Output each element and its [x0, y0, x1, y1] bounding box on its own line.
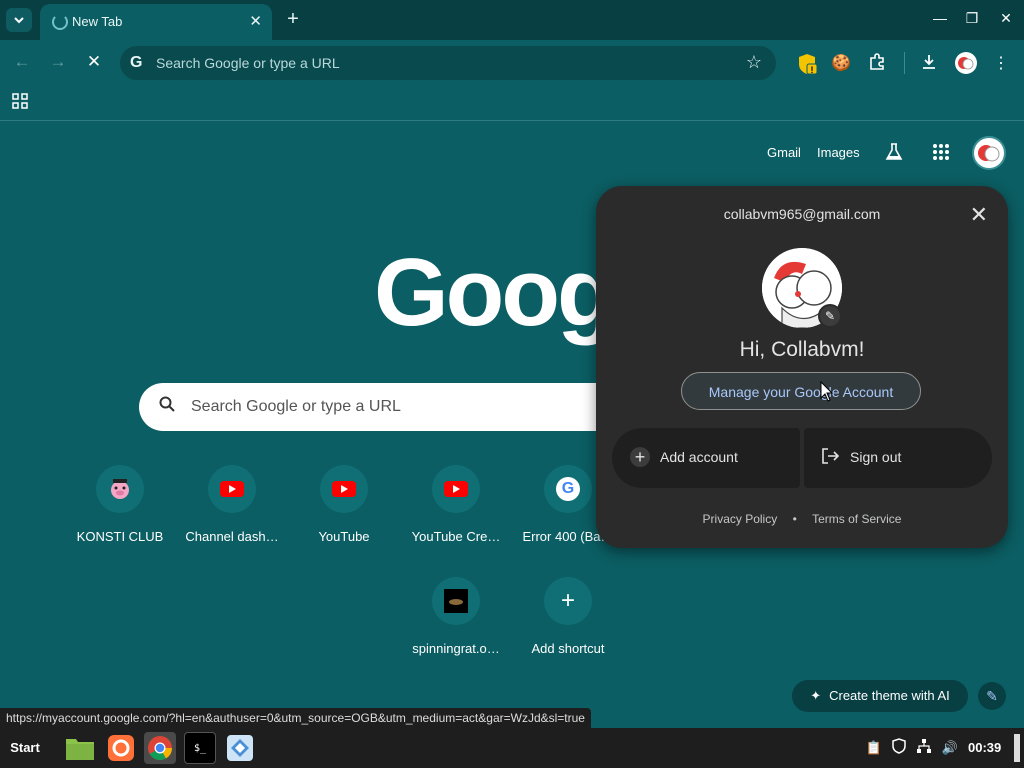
minimize-icon[interactable]: — — [930, 10, 950, 30]
show-desktop-button[interactable] — [1014, 734, 1020, 762]
shortcut-tile: G — [544, 465, 592, 513]
shortcut-youtube-creator[interactable]: YouTube Cre… — [406, 465, 506, 544]
close-popup-icon[interactable]: ✕ — [970, 202, 988, 228]
gmail-link[interactable]: Gmail — [767, 145, 801, 160]
plus-icon: + — [560, 587, 575, 614]
clock: 00:39 — [968, 740, 1002, 755]
plus-icon: + — [630, 447, 650, 467]
shortcut-tile — [432, 465, 480, 513]
mouse-cursor-icon — [820, 380, 834, 408]
chevron-down-icon — [14, 17, 24, 24]
shortcut-label: Add shortcut — [531, 641, 605, 656]
sign-out-icon — [820, 446, 840, 471]
toolbar-divider — [904, 52, 905, 74]
search-placeholder: Search Google or type a URL — [191, 398, 401, 415]
close-tab-icon[interactable]: ✕ — [249, 12, 262, 30]
apps-grid-icon[interactable] — [12, 93, 28, 114]
customize-pencil-icon[interactable]: ✎ — [978, 682, 1006, 710]
labs-flask-icon[interactable] — [884, 142, 904, 167]
app-icon[interactable] — [224, 732, 256, 764]
search-icon — [159, 396, 175, 417]
stop-loading-icon[interactable]: ✕ — [82, 50, 106, 74]
youtube-icon — [444, 481, 468, 497]
account-popup: collabvm965@gmail.com ✕ ✎ Hi, Collabvm! … — [596, 186, 1008, 548]
shortcut-tile: + — [544, 577, 592, 625]
manage-account-button[interactable]: Manage your Google Account — [681, 372, 921, 410]
close-window-icon[interactable]: ✕ — [996, 10, 1016, 30]
bookmarks-bar — [0, 84, 1024, 121]
pig-favicon-icon — [111, 479, 129, 499]
loading-spinner-icon — [52, 14, 68, 30]
download-icon[interactable] — [918, 53, 940, 75]
restore-icon[interactable]: ❐ — [962, 10, 982, 30]
chrome-icon[interactable] — [144, 732, 176, 764]
rat-thumbnail-icon — [444, 589, 468, 613]
shortcut-label: Channel dash… — [185, 529, 279, 544]
pencil-icon: ✎ — [820, 306, 840, 326]
create-theme-button[interactable]: ✦ Create theme with AI — [792, 680, 968, 712]
shield-tray-icon[interactable] — [889, 738, 909, 758]
tab-title: New Tab — [72, 14, 123, 29]
address-bar-placeholder: Search Google or type a URL — [156, 55, 340, 71]
status-bubble-url: https://myaccount.google.com/?hl=en&auth… — [0, 708, 591, 728]
shortcut-youtube[interactable]: YouTube — [294, 465, 394, 544]
tab-new-tab[interactable]: New Tab ✕ — [40, 4, 272, 40]
youtube-icon — [332, 481, 356, 497]
shortcut-tile — [96, 465, 144, 513]
shortcut-channel-dashboard[interactable]: Channel dash… — [182, 465, 282, 544]
shortcut-tile — [432, 577, 480, 625]
back-arrow-icon[interactable]: ← — [10, 50, 34, 74]
terms-of-service-link[interactable]: Terms of Service — [812, 512, 901, 526]
add-account-label: Add account — [660, 449, 738, 465]
firefox-icon[interactable] — [105, 732, 137, 764]
shortcut-label: YouTube — [318, 529, 370, 544]
images-link[interactable]: Images — [817, 145, 860, 160]
account-actions: + Add account Sign out — [612, 428, 992, 488]
cookie-icon[interactable]: 🍪 — [830, 53, 852, 75]
shortcut-spinningrat[interactable]: spinningrat.o… — [406, 577, 506, 656]
shortcut-label: spinningrat.o… — [412, 641, 500, 656]
youtube-icon — [220, 481, 244, 497]
shortcut-label: YouTube Cre… — [411, 529, 501, 544]
start-button[interactable]: Start — [0, 728, 50, 768]
google-account-avatar[interactable] — [972, 136, 1006, 170]
svg-text:!: ! — [811, 65, 814, 75]
footer-separator: • — [792, 512, 797, 526]
shortcut-tile — [208, 465, 256, 513]
privacy-policy-link[interactable]: Privacy Policy — [703, 512, 778, 526]
tab-search-button[interactable] — [6, 8, 32, 32]
sign-out-label: Sign out — [850, 449, 902, 465]
bookmark-star-icon[interactable]: ☆ — [746, 52, 762, 73]
new-tab-button[interactable]: + — [282, 8, 304, 30]
account-email: collabvm965@gmail.com — [723, 206, 881, 222]
edit-avatar-button[interactable]: ✎ — [818, 304, 842, 328]
profile-avatar-icon[interactable] — [955, 52, 977, 74]
sign-out-button[interactable]: Sign out — [804, 428, 992, 488]
clipboard-icon[interactable]: 📋 — [864, 738, 884, 758]
volume-icon[interactable]: 🔊 — [940, 738, 960, 758]
more-menu-icon[interactable]: ⋮ — [990, 53, 1012, 75]
shortcut-konsti-club[interactable]: KONSTI CLUB — [70, 465, 170, 544]
shortcut-tile — [320, 465, 368, 513]
shortcut-label: KONSTI CLUB — [76, 529, 164, 544]
sparkle-icon: ✦ — [810, 688, 822, 703]
add-shortcut-button[interactable]: + Add shortcut — [518, 577, 618, 656]
forward-arrow-icon[interactable]: → — [46, 50, 70, 74]
address-bar[interactable]: G Search Google or type a URL ☆ — [120, 46, 776, 80]
terminal-icon[interactable]: $_ — [184, 732, 216, 764]
popup-footer: Privacy Policy • Terms of Service — [596, 512, 1008, 526]
google-g-icon: G — [130, 54, 143, 71]
add-account-button[interactable]: + Add account — [612, 428, 800, 488]
create-theme-label: Create theme with AI — [829, 688, 950, 703]
google-icon: G — [556, 477, 580, 501]
network-icon[interactable] — [914, 738, 934, 758]
google-apps-icon[interactable] — [932, 143, 950, 166]
file-manager-icon[interactable] — [64, 732, 96, 764]
extensions-puzzle-icon[interactable] — [866, 53, 888, 75]
greeting-text: Hi, Collabvm! — [739, 338, 865, 361]
extension-shield-icon[interactable]: ! — [796, 53, 818, 75]
